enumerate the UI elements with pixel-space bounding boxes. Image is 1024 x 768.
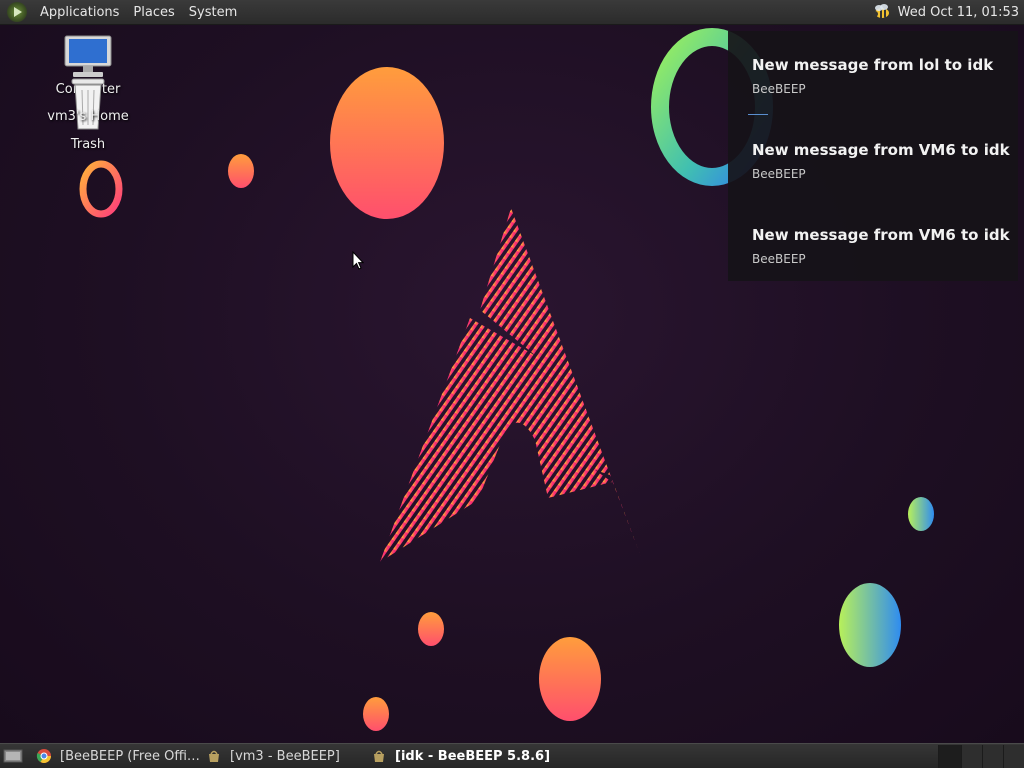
- taskbar-label: [idk - BeeBEEP 5.8.6]: [395, 748, 551, 764]
- clock[interactable]: Wed Oct 11, 01:53: [898, 5, 1019, 20]
- trash-icon: [71, 78, 105, 130]
- workspace-2[interactable]: [961, 744, 982, 768]
- menu-places[interactable]: Places: [126, 5, 181, 20]
- bottom-panel: [BeeBEEP (Free Offi… [vm3 - BeeBEEP] [id…: [0, 743, 1024, 768]
- menu-system[interactable]: System: [182, 5, 244, 20]
- top-panel: Applications Places System Wed Oct 11, 0…: [0, 0, 1024, 25]
- desktop-icon-trash[interactable]: Trash: [43, 137, 133, 152]
- chrome-icon: [36, 749, 51, 763]
- trash-label: Trash: [70, 137, 106, 152]
- workspace-3[interactable]: [982, 744, 1003, 768]
- workspace-4[interactable]: [1003, 744, 1024, 768]
- taskbar-button[interactable]: [BeeBEEP (Free Offi…: [30, 745, 200, 768]
- notification-title: New message from VM6 to idk: [752, 226, 1010, 244]
- notification-app: BeeBEEP: [752, 252, 806, 266]
- notification[interactable]: New message from VM6 to idk BeeBEEP: [752, 141, 1012, 181]
- home-label: vm3's Home: [47, 109, 129, 124]
- distro-logo-icon[interactable]: [7, 2, 27, 22]
- beebeep-tray-icon[interactable]: [871, 4, 891, 20]
- notification-stack: New message from lol to idk BeeBEEP New …: [728, 31, 1018, 281]
- notification-title: New message from lol to idk: [752, 56, 994, 74]
- notification[interactable]: New message from lol to idk BeeBEEP: [752, 56, 1012, 96]
- notification-title: New message from VM6 to idk: [752, 141, 1010, 159]
- beebeep-icon: [209, 750, 219, 762]
- show-desktop-icon[interactable]: [2, 747, 24, 765]
- beebeep-icon: [374, 750, 384, 762]
- notification-app: BeeBEEP: [752, 82, 806, 96]
- notification-progress: [748, 114, 768, 115]
- menu-applications[interactable]: Applications: [33, 5, 126, 20]
- taskbar-button-active[interactable]: [idk - BeeBEEP 5.8.6]: [365, 745, 555, 768]
- taskbar-button[interactable]: [vm3 - BeeBEEP]: [200, 745, 365, 768]
- mouse-pointer-icon: [352, 251, 364, 270]
- workspace-1[interactable]: [938, 744, 961, 768]
- taskbar-label: [vm3 - BeeBEEP]: [230, 748, 340, 764]
- notification[interactable]: New message from VM6 to idk BeeBEEP: [752, 226, 1012, 266]
- computer-icon: [64, 35, 112, 77]
- desktop-icon-home[interactable]: vm3's Home: [43, 75, 133, 138]
- notification-app: BeeBEEP: [752, 167, 806, 181]
- taskbar-label: [BeeBEEP (Free Offi…: [60, 748, 200, 764]
- workspace-switcher: [938, 744, 1024, 768]
